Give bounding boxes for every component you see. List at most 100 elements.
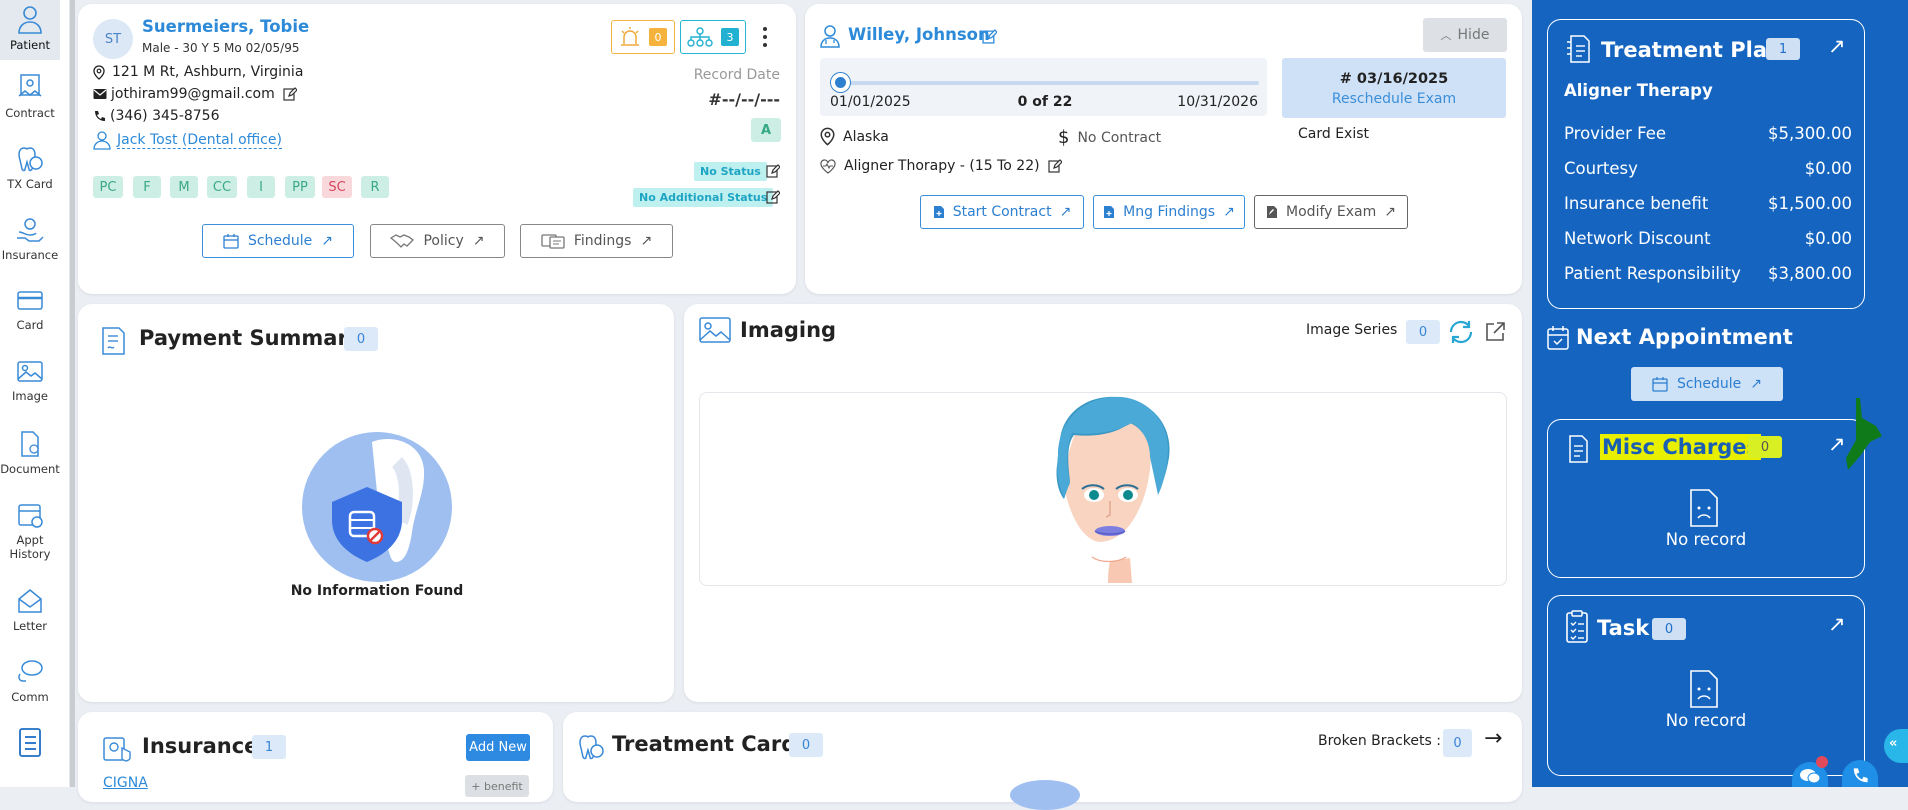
payment-summary-title: Payment Summary bbox=[139, 326, 362, 350]
office-link[interactable]: Jack Tost (Dental office) bbox=[117, 132, 282, 149]
task-checklist-icon bbox=[1566, 610, 1588, 643]
policy-button[interactable]: Policy ↗ bbox=[370, 224, 505, 258]
patient-email: jothiram99@gmail.com bbox=[111, 86, 275, 102]
sidebar-item-document[interactable]: Document bbox=[0, 430, 60, 476]
misc-charges-icon bbox=[1569, 435, 1588, 463]
sidebar-item-appt-history[interactable]: Appt History bbox=[0, 501, 60, 561]
insurance-title: Insurance bbox=[142, 734, 259, 758]
contract-progress-knob[interactable] bbox=[831, 73, 850, 92]
benefit-button[interactable]: + benefit bbox=[465, 775, 529, 797]
mng-findings-button[interactable]: Mng Findings ↗ bbox=[1093, 195, 1245, 229]
grade-badge: A bbox=[751, 118, 781, 142]
hide-button[interactable]: ︿ Hide bbox=[1423, 18, 1507, 52]
chat-button[interactable] bbox=[1792, 756, 1828, 787]
document-plus-icon bbox=[933, 206, 944, 218]
edit-therapy-icon[interactable] bbox=[1047, 159, 1062, 173]
plan-row-label: Network Discount bbox=[1564, 229, 1711, 248]
contract-end-date: 10/31/2026 bbox=[1177, 94, 1258, 110]
phone-icon bbox=[1853, 768, 1868, 783]
edit-icon[interactable] bbox=[283, 87, 297, 101]
sidebar-item-letter[interactable]: Letter bbox=[0, 587, 60, 633]
sidebar-item-tx-card[interactable]: TX Card bbox=[0, 143, 60, 191]
sidebar-item-card[interactable]: Card bbox=[0, 288, 60, 332]
double-chevron-left-icon: « bbox=[1889, 736, 1898, 751]
misc-no-record: No record bbox=[1665, 530, 1747, 549]
tag-m[interactable]: M bbox=[170, 176, 198, 198]
image-series-label: Image Series bbox=[1306, 322, 1398, 338]
doctor-name[interactable]: Willey, Johnson bbox=[848, 25, 990, 44]
contract-start-date: 01/01/2025 bbox=[830, 94, 911, 110]
misc-charges-count: 0 bbox=[1748, 436, 1782, 458]
plan-row-value: $3,800.00 bbox=[1768, 264, 1852, 283]
additional-status-badge[interactable]: No Additional Status bbox=[633, 188, 774, 207]
insurance-carrier-link[interactable]: CIGNA bbox=[103, 775, 148, 791]
arrow-up-right-icon: ↗ bbox=[1223, 204, 1235, 220]
edit-status-icon[interactable] bbox=[766, 164, 780, 178]
sidebar-item-insurance[interactable]: Insurance bbox=[0, 214, 60, 262]
contract-status-row: $ No Contract bbox=[1058, 127, 1161, 148]
treatment-plan-icon bbox=[1567, 35, 1590, 63]
arrow-up-right-icon[interactable]: ↗ bbox=[1828, 34, 1846, 58]
sidebar-scrollbar[interactable] bbox=[70, 0, 75, 787]
add-new-insurance-button[interactable]: Add New bbox=[466, 734, 530, 761]
contract-progress-text: 0 of 22 bbox=[1017, 94, 1073, 110]
tag-sc[interactable]: SC bbox=[322, 176, 352, 198]
family-tree-icon bbox=[687, 27, 713, 47]
family-count: 3 bbox=[721, 28, 739, 46]
sidebar-item-contract[interactable]: Contract bbox=[0, 72, 60, 120]
therapy-name: Aligner Thorapy - (15 To 22) bbox=[844, 158, 1040, 174]
schedule-button[interactable]: Schedule ↗ bbox=[202, 224, 354, 258]
tag-f[interactable]: F bbox=[133, 176, 161, 198]
arrow-up-right-icon[interactable]: ↗ bbox=[1828, 612, 1846, 636]
plan-row-label: Provider Fee bbox=[1564, 124, 1667, 143]
edit-additional-status-icon[interactable] bbox=[766, 190, 780, 204]
contract-progress-track bbox=[838, 81, 1259, 85]
patient-face-illustration bbox=[1056, 396, 1170, 583]
edit-doctor-icon[interactable] bbox=[982, 29, 997, 44]
sidebar-item-checklist[interactable] bbox=[0, 726, 60, 762]
letter-icon bbox=[18, 589, 42, 613]
status-badge[interactable]: No Status bbox=[694, 162, 767, 181]
plan-row-insurance-benefit: Insurance benefit $1,500.00 bbox=[1564, 194, 1852, 213]
sidebar-item-label: TX Card bbox=[7, 177, 53, 191]
tag-pp[interactable]: PP bbox=[285, 176, 315, 198]
patient-name[interactable]: Suermeiers, Tobie bbox=[142, 17, 309, 36]
plan-row-courtesy: Courtesy $0.00 bbox=[1564, 159, 1852, 178]
findings-button[interactable]: Findings ↗ bbox=[520, 224, 673, 258]
arrow-right-icon[interactable]: → bbox=[1484, 726, 1502, 751]
broken-brackets-label: Broken Brackets : bbox=[1318, 733, 1441, 749]
sidebar-item-patient[interactable]: Patient bbox=[0, 0, 60, 60]
modify-exam-label: Modify Exam bbox=[1286, 204, 1377, 220]
document-icon bbox=[21, 431, 39, 457]
refresh-icon[interactable] bbox=[1447, 319, 1475, 345]
hide-button-label: Hide bbox=[1457, 27, 1490, 43]
envelope-icon bbox=[93, 89, 107, 99]
patient-address-row: 121 M Rt, Ashburn, Virginia bbox=[93, 64, 303, 80]
task-title: Task bbox=[1597, 616, 1650, 640]
checklist-icon bbox=[19, 728, 41, 757]
sidebar-item-comm[interactable]: Comm bbox=[0, 658, 60, 704]
tag-r[interactable]: R bbox=[361, 176, 389, 198]
notification-dot bbox=[1816, 756, 1828, 768]
tag-pc[interactable]: PC bbox=[93, 176, 123, 198]
alert-button[interactable]: 0 bbox=[611, 20, 675, 54]
family-button[interactable]: 3 bbox=[680, 20, 746, 54]
sidebar-item-label: Comm bbox=[11, 690, 49, 704]
reschedule-exam-link[interactable]: Reschedule Exam bbox=[1282, 91, 1506, 107]
schedule-label: Schedule bbox=[1676, 376, 1742, 392]
plan-row-value: $0.00 bbox=[1804, 159, 1852, 178]
image-series-count: 0 bbox=[1406, 320, 1440, 344]
next-appointment-schedule-button[interactable]: Schedule ↗ bbox=[1631, 367, 1783, 401]
alert-count: 0 bbox=[649, 28, 667, 46]
external-link-icon[interactable] bbox=[1484, 321, 1506, 343]
start-contract-button[interactable]: Start Contract ↗ bbox=[920, 195, 1084, 229]
avatar: ST bbox=[93, 19, 133, 59]
modify-exam-button[interactable]: Modify Exam ↗ bbox=[1254, 195, 1408, 229]
tag-i[interactable]: I bbox=[247, 176, 275, 198]
tag-cc[interactable]: CC bbox=[207, 176, 237, 198]
more-options-icon[interactable] bbox=[761, 26, 769, 50]
imaging-icon bbox=[699, 317, 731, 343]
sidebar-item-image[interactable]: Image bbox=[0, 359, 60, 403]
arrow-up-right-icon: ↗ bbox=[1384, 204, 1396, 220]
image-viewer[interactable] bbox=[699, 392, 1507, 586]
